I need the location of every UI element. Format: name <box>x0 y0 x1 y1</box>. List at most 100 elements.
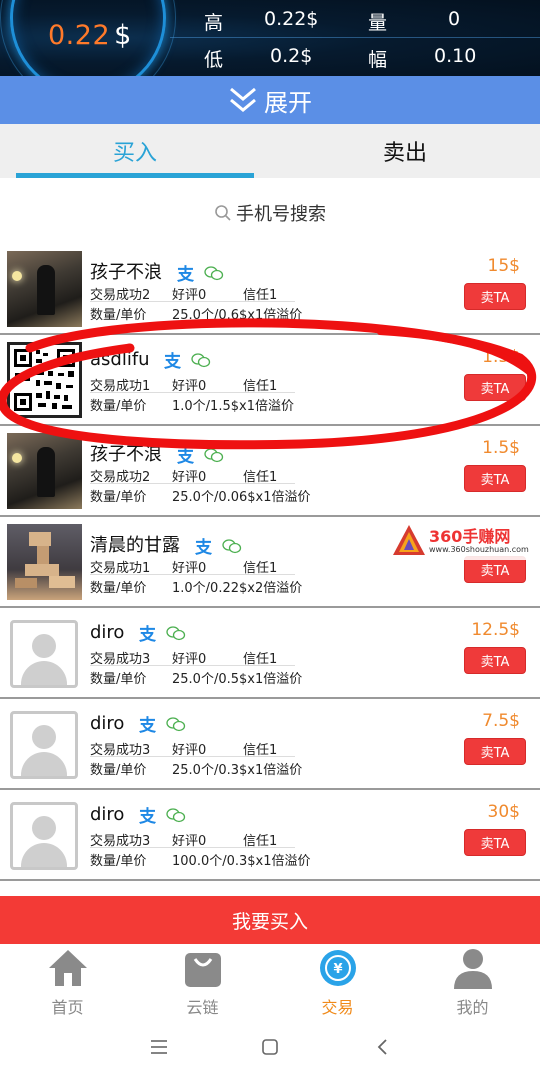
divider <box>90 665 295 666</box>
alipay-icon: 支 <box>139 624 157 642</box>
nav-trade-label: 交易 <box>321 998 354 1017</box>
total-price: 15$ <box>487 256 520 276</box>
user-name: 孩子不浪 <box>90 444 162 465</box>
divider <box>90 392 295 393</box>
total-price: 7.5$ <box>482 711 520 731</box>
default-avatar[interactable] <box>10 711 78 779</box>
change-value: 0.10 <box>434 45 477 67</box>
alipay-icon: 支 <box>164 351 182 369</box>
divider <box>90 847 295 848</box>
default-avatar[interactable] <box>10 620 78 688</box>
total-price: 12.5$ <box>471 620 520 640</box>
wechat-icon <box>204 448 223 463</box>
quantity-info: 数量/单价 25.0个/0.06$x1倍溢价 <box>90 490 311 505</box>
back-icon[interactable] <box>374 1038 392 1056</box>
avatar-qr-code[interactable] <box>7 342 82 418</box>
user-name-row: 孩子不浪 支 <box>90 440 224 466</box>
sell-to-button[interactable]: 卖TA <box>464 283 526 310</box>
svg-text:支: 支 <box>177 446 195 464</box>
nav-mine[interactable]: 我的 <box>405 944 540 1022</box>
default-avatar[interactable] <box>10 802 78 870</box>
user-name-row: diro 支 <box>90 804 186 825</box>
low-label: 低 <box>204 49 224 71</box>
market-header: 0.22 $ 高 0.22$ 低 0.2$ 量 0 幅 0.10 <box>0 0 540 76</box>
list-item: diro 支 交易成功3 好评0 信任1 数量/单价 100.0个/0.3$x1倍溢价… <box>0 790 540 881</box>
nav-cloud-chain-label: 云链 <box>186 998 219 1017</box>
change-label: 幅 <box>368 49 388 71</box>
sell-to-button[interactable]: 卖TA <box>464 647 526 674</box>
wechat-icon <box>166 717 186 732</box>
watermark-triangle-icon <box>393 525 425 555</box>
alipay-icon: 支 <box>139 715 157 733</box>
wechat-icon <box>166 808 186 823</box>
sell-to-button[interactable]: 卖TA <box>464 829 526 856</box>
quantity-info: 数量/单价 25.0个/0.3$x1倍溢价 <box>90 763 303 778</box>
volume-value: 0 <box>448 8 461 30</box>
user-name-row: diro 支 <box>90 622 186 643</box>
divider <box>90 301 295 302</box>
user-name: 孩子不浪 <box>90 262 162 283</box>
sell-to-button[interactable]: 卖TA <box>464 738 526 765</box>
user-name-row: asdlifu 支 <box>90 349 211 370</box>
quantity-info: 数量/单价 25.0个/0.6$x1倍溢价 <box>90 308 303 323</box>
trade-tabs: 买入 卖出 <box>0 124 540 178</box>
current-price-symbol: $ <box>114 20 132 51</box>
list-item: 孩子不浪 支 交易成功2 好评0 信任1 数量/单价 25.0个/0.06$x1倍溢价… <box>0 426 540 517</box>
svg-text:¥: ¥ <box>333 962 342 977</box>
expand-button[interactable]: 展开 <box>0 76 540 124</box>
user-name-row: 孩子不浪 支 <box>90 258 224 284</box>
svg-text:支: 支 <box>164 351 182 369</box>
menu-icon[interactable] <box>150 1038 168 1056</box>
nav-home[interactable]: 首页 <box>0 944 135 1022</box>
user-name: 清晨的甘露 <box>90 535 180 556</box>
total-price: 1.5$ <box>482 347 520 367</box>
list-item: asdlifu 支 交易成功1 好评0 信任1 数量/单价 1.0个/1.5$x1倍溢… <box>0 335 540 426</box>
low-value: 0.2$ <box>270 45 313 67</box>
order-list: 孩子不浪 支 交易成功2 好评0 信任1 数量/单价 25.0个/0.6$x1倍溢价 … <box>0 244 540 896</box>
avatar[interactable] <box>7 524 82 600</box>
avatar[interactable] <box>7 433 82 509</box>
tab-buy[interactable]: 买入 <box>0 124 270 178</box>
divider <box>90 756 295 757</box>
divider <box>90 483 295 484</box>
list-item: diro 支 交易成功3 好评0 信任1 数量/单价 25.0个/0.5$x1倍溢价 … <box>0 608 540 699</box>
decor-line <box>170 37 540 38</box>
svg-text:支: 支 <box>177 264 195 282</box>
nav-home-label: 首页 <box>51 998 84 1017</box>
avatar[interactable] <box>7 251 82 327</box>
quantity-info: 数量/单价 25.0个/0.5$x1倍溢价 <box>90 672 303 687</box>
tab-sell[interactable]: 卖出 <box>270 124 540 178</box>
phone-search[interactable]: 手机号搜索 <box>0 190 540 236</box>
watermark-url: www.360shouzhuan.com <box>429 545 529 554</box>
expand-label: 展开 <box>264 88 312 117</box>
sell-to-button[interactable]: 卖TA <box>464 556 526 583</box>
bag-icon <box>184 953 221 987</box>
user-name: asdlifu <box>90 349 150 370</box>
nav-mine-label: 我的 <box>456 998 489 1017</box>
user-name: diro <box>90 713 125 734</box>
list-item: diro 支 交易成功3 好评0 信任1 数量/单价 25.0个/0.3$x1倍溢价 … <box>0 699 540 790</box>
home-square-icon[interactable] <box>261 1038 279 1056</box>
nav-cloud-chain[interactable]: 云链 <box>135 944 270 1022</box>
wechat-icon <box>166 626 186 641</box>
user-name: diro <box>90 622 125 643</box>
high-value: 0.22$ <box>264 8 319 30</box>
divider <box>90 574 295 575</box>
wechat-icon <box>204 266 223 281</box>
svg-text:支: 支 <box>139 715 157 733</box>
nav-trade[interactable]: ¥ 交易 <box>270 944 405 1022</box>
alipay-icon: 支 <box>195 537 213 555</box>
user-name: diro <box>90 804 125 825</box>
svg-text:支: 支 <box>139 624 157 642</box>
bottom-nav: 首页 云链 ¥ 交易 我的 <box>0 944 540 1022</box>
buy-button[interactable]: 我要买入 <box>0 896 540 944</box>
sell-to-button[interactable]: 卖TA <box>464 465 526 492</box>
high-label: 高 <box>204 12 224 34</box>
watermark-logo: 360手赚网 www.360shouzhuan.com <box>389 520 537 560</box>
qr-code-icon <box>14 349 75 411</box>
user-name-row: diro 支 <box>90 713 186 734</box>
svg-text:支: 支 <box>139 806 157 824</box>
sell-to-button[interactable]: 卖TA <box>464 374 526 401</box>
svg-text:支: 支 <box>195 537 213 555</box>
total-price: 30$ <box>487 802 520 822</box>
